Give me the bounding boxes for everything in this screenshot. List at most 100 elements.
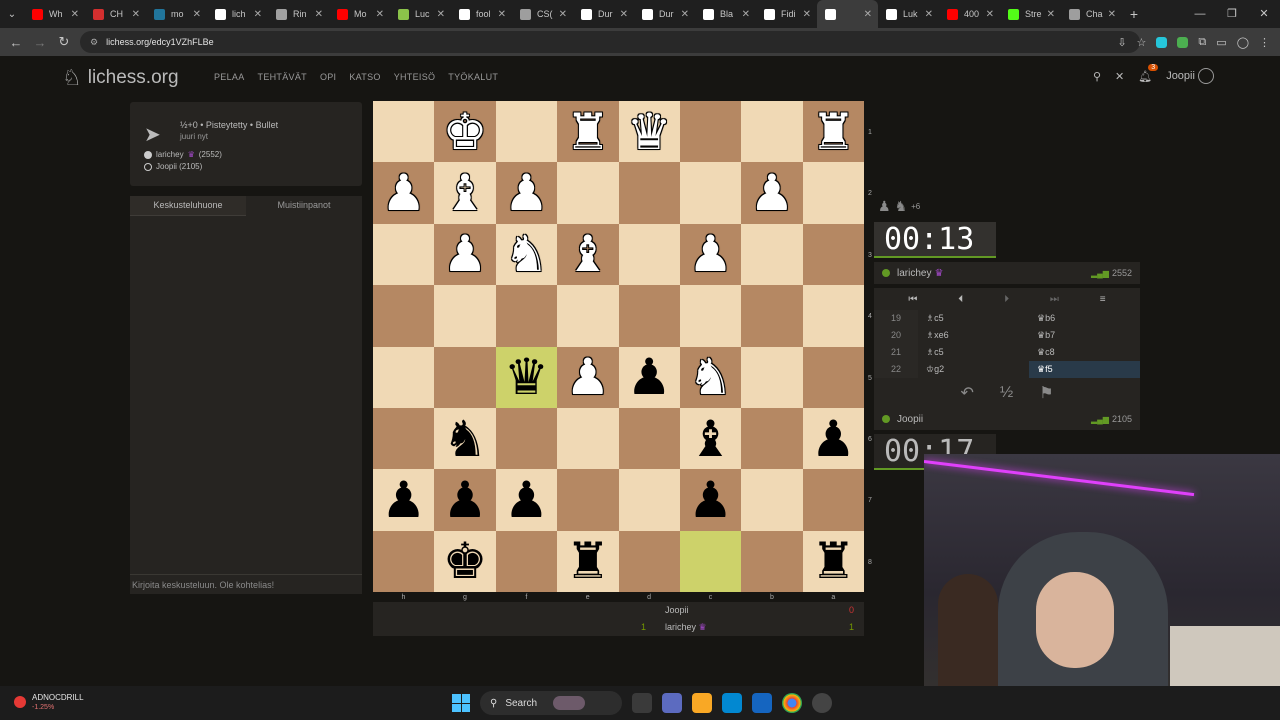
browser-tab[interactable]: Dur ✕ [573, 0, 634, 28]
chat-input[interactable]: Kirjoita keskusteluun. Ole kohtelias! [130, 574, 362, 594]
white-pawn-icon[interactable]: ♟ [381, 168, 426, 218]
board-square[interactable] [557, 162, 619, 224]
browser-tab[interactable]: CH ✕ [85, 0, 146, 28]
board-square[interactable]: ♟ [373, 162, 435, 224]
taskbar-search[interactable]: ⚲ Search [480, 691, 622, 715]
new-tab-button[interactable]: + [1122, 6, 1146, 22]
board-square[interactable] [373, 285, 435, 347]
board-square[interactable] [741, 223, 803, 286]
board-square[interactable] [557, 285, 619, 347]
notifications-bell-icon[interactable]: 🔔︎ 3 [1138, 63, 1159, 83]
white-pawn-icon[interactable]: ♟ [565, 352, 610, 402]
white-pawn-icon[interactable]: ♟ [504, 168, 549, 218]
black-pawn-icon[interactable]: ♟ [627, 352, 672, 402]
move-white[interactable]: ♗xe6 [918, 327, 1029, 344]
offer-draw-button[interactable]: ½ [1000, 384, 1013, 402]
board-square[interactable] [679, 162, 742, 224]
extensions-puzzle-icon[interactable]: ⧉ [1198, 36, 1206, 49]
tab-close-icon[interactable]: ✕ [71, 9, 79, 20]
board-square[interactable] [741, 285, 803, 347]
tab-search-dropdown[interactable]: ⌄ [0, 9, 24, 20]
copilot-icon[interactable] [662, 693, 682, 713]
board-square[interactable] [802, 223, 864, 286]
chess-board[interactable]: ♚ ♜ ♛ ♜ ♟ ♝ ♟ ♟ ♟ ♞ ♝ ♟ ♛ ♟ ♟ ♞ ♞ ♝ ♟ ♟ ♟ ♟ ♟ ♚ ♜ ♜ [373, 101, 864, 592]
board-square[interactable] [373, 530, 435, 592]
board-square[interactable]: ♟ [802, 407, 864, 470]
board-square[interactable]: ♛ [495, 346, 558, 408]
tab-close-icon[interactable]: ✕ [925, 9, 933, 20]
app-icon[interactable] [812, 693, 832, 713]
tab-close-icon[interactable]: ✕ [437, 9, 445, 20]
board-square[interactable] [802, 285, 864, 347]
browser-tab[interactable]: mo ✕ [146, 0, 207, 28]
white-knight-icon[interactable]: ♞ [688, 352, 733, 402]
site-info-icon[interactable]: ⚙ [90, 37, 98, 48]
board-square[interactable] [741, 407, 803, 470]
board-square[interactable] [495, 285, 558, 347]
first-move-icon[interactable]: ⏮ [908, 294, 917, 305]
board-square[interactable]: ♟ [679, 469, 742, 531]
black-king-icon[interactable]: ♚ [443, 536, 488, 586]
white-bishop-icon[interactable]: ♝ [443, 168, 488, 218]
stock-widget[interactable]: ADNOCDRILL -1.25% [14, 693, 84, 711]
tab-close-icon[interactable]: ✕ [1047, 9, 1055, 20]
white-king-icon[interactable]: ♚ [443, 107, 488, 157]
nav-item[interactable]: TEHTÄVÄT [258, 72, 307, 82]
tab-close-icon[interactable]: ✕ [376, 9, 384, 20]
chrome-icon[interactable] [782, 693, 802, 713]
board-square[interactable]: ♚ [434, 530, 496, 592]
browser-tab[interactable]: Dur ✕ [634, 0, 695, 28]
black-queen-icon[interactable]: ♛ [504, 352, 549, 402]
board-square[interactable] [373, 101, 435, 163]
install-icon[interactable]: ⇩ [1117, 36, 1126, 49]
browser-tab[interactable]: Bla ✕ [695, 0, 756, 28]
board-square[interactable] [802, 162, 864, 224]
tab-close-icon[interactable]: ✕ [315, 9, 323, 20]
tab-close-icon[interactable]: ✕ [681, 9, 689, 20]
minimize-button[interactable]: — [1184, 0, 1216, 28]
tab-close-icon[interactable]: ✕ [498, 9, 506, 20]
board-square[interactable] [741, 469, 803, 531]
board-square[interactable]: ♛ [618, 101, 680, 163]
board-square[interactable]: ♞ [679, 346, 742, 408]
board-square[interactable]: ♝ [679, 407, 742, 470]
takeback-icon[interactable]: ↶ [960, 383, 973, 403]
board-square[interactable]: ♝ [557, 223, 619, 286]
tab-close-icon[interactable]: ✕ [193, 9, 201, 20]
board-square[interactable]: ♟ [557, 346, 619, 408]
nav-item[interactable]: KATSO [349, 72, 380, 82]
board-square[interactable]: ♜ [557, 101, 619, 163]
board-square[interactable] [618, 223, 680, 286]
resign-flag-icon[interactable]: ⚑ [1039, 383, 1053, 403]
black-pawn-icon[interactable]: ♟ [381, 475, 426, 525]
white-player-line[interactable]: larichey ♛ (2552) [144, 150, 222, 159]
board-square[interactable] [741, 346, 803, 408]
file-explorer-icon[interactable] [692, 693, 712, 713]
move-white[interactable]: ♗c5 [918, 310, 1029, 327]
board-square[interactable]: ♟ [495, 162, 558, 224]
browser-tab[interactable]: Stre ✕ [1000, 0, 1061, 28]
white-knight-icon[interactable]: ♞ [504, 229, 549, 279]
board-square[interactable] [373, 346, 435, 408]
browser-tab[interactable]: fool ✕ [451, 0, 512, 28]
board-square[interactable] [618, 407, 680, 470]
maximize-button[interactable]: ❐ [1216, 0, 1248, 28]
board-square[interactable]: ♞ [495, 223, 558, 286]
close-window-button[interactable]: ✕ [1248, 0, 1280, 28]
browser-tab[interactable]: Rin ✕ [268, 0, 329, 28]
browser-tab[interactable]: Fidi ✕ [756, 0, 817, 28]
black-player-line[interactable]: Joopii (2105) [144, 162, 202, 171]
start-button-icon[interactable] [452, 694, 470, 712]
board-square[interactable] [802, 469, 864, 531]
move-black[interactable]: ♛f5 [1029, 361, 1140, 378]
move-black[interactable]: ♛b7 [1029, 327, 1140, 344]
next-move-icon[interactable]: ⏵ [1004, 294, 1009, 305]
board-square[interactable] [434, 346, 496, 408]
board-square[interactable]: ♝ [434, 162, 496, 224]
board-square[interactable]: ♟ [434, 469, 496, 531]
nav-item[interactable]: YHTEISÖ [394, 72, 436, 82]
board-square[interactable]: ♟ [618, 346, 680, 408]
browser-tab[interactable]: Mo ✕ [329, 0, 390, 28]
board-square[interactable]: ♚ [434, 101, 496, 163]
browser-tab[interactable]: Luk ✕ [878, 0, 939, 28]
